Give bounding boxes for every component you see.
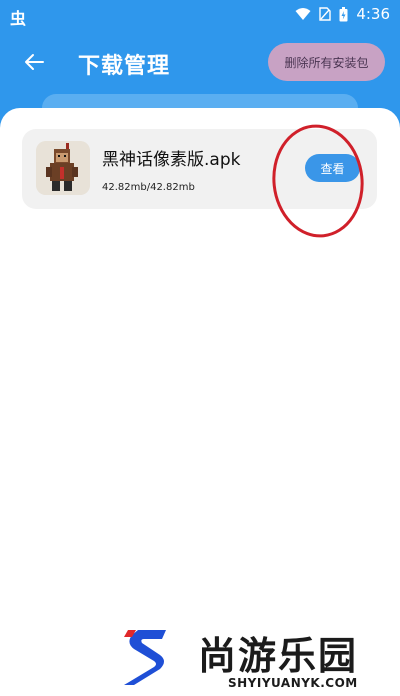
delete-all-packages-button[interactable]: 删除所有安装包: [268, 43, 385, 81]
app-icon: [36, 141, 90, 195]
sim-card-icon: [319, 7, 332, 21]
battery-icon: [339, 6, 348, 21]
site-watermark: 尚游乐园 SHYIYUANYK.COM: [120, 625, 390, 695]
wifi-icon: [295, 8, 311, 20]
watermark-text-cn: 尚游乐园: [198, 634, 359, 678]
view-button[interactable]: 查看: [305, 154, 360, 182]
watermark-logo-icon: [124, 630, 166, 685]
back-button[interactable]: [20, 48, 48, 76]
status-time: 4:36: [356, 5, 390, 23]
watermark-text-en: SHYIYUANYK.COM: [228, 676, 358, 690]
file-size-progress: 42.82mb/42.82mb: [102, 182, 195, 193]
download-list-item: 黑神话像素版.apk 42.82mb/42.82mb 查看: [22, 129, 377, 209]
notification-glyph: 虫: [10, 9, 27, 28]
app-bar: 下载管理 删除所有安装包: [0, 38, 400, 88]
status-bar: 虫 4:36: [0, 0, 400, 30]
back-arrow-icon: [25, 54, 44, 70]
page-title: 下载管理: [78, 54, 171, 79]
file-name: 黑神话像素版.apk: [102, 150, 241, 170]
pixel-character-icon: [36, 141, 90, 195]
status-icons: 4:36: [295, 5, 390, 23]
